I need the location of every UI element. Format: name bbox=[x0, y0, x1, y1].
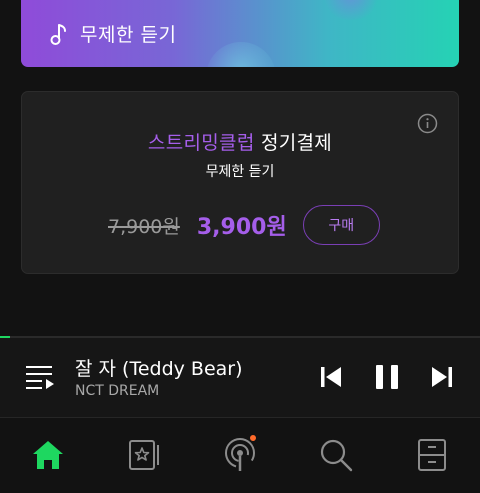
library-icon bbox=[129, 440, 159, 470]
nav-library[interactable] bbox=[126, 437, 162, 473]
playlist-icon[interactable] bbox=[25, 364, 55, 390]
buy-button[interactable]: 구매 bbox=[302, 205, 380, 245]
original-price: 7,900원 bbox=[108, 215, 180, 238]
nav-podcast[interactable] bbox=[222, 435, 258, 473]
card-title: 스트리밍클럽 정기결제 bbox=[22, 128, 458, 155]
track-artist[interactable]: NCT DREAM bbox=[75, 383, 159, 399]
price-row: 7,900원 3,900원 구매 bbox=[108, 205, 380, 245]
sale-price: 3,900원 bbox=[196, 215, 287, 240]
card-title-accent: 스트리밍클럽 bbox=[147, 132, 255, 154]
notification-badge bbox=[250, 435, 256, 441]
unlimited-listening-banner[interactable]: 무제한 듣기 bbox=[21, 0, 459, 67]
bottom-navigation bbox=[0, 419, 480, 493]
pause-icon[interactable] bbox=[374, 365, 400, 389]
nav-search[interactable] bbox=[318, 437, 354, 473]
skip-previous-icon[interactable] bbox=[320, 365, 342, 389]
nav-storage[interactable] bbox=[414, 437, 450, 473]
banner-decoration bbox=[321, 0, 381, 20]
skip-next-icon[interactable] bbox=[431, 365, 453, 389]
card-subtitle: 무제한 듣기 bbox=[205, 164, 275, 180]
banner-label: 무제한 듣기 bbox=[80, 24, 177, 46]
track-title[interactable]: 잘 자 (Teddy Bear) bbox=[75, 354, 243, 381]
mini-player[interactable]: 잘 자 (Teddy Bear) NCT DREAM bbox=[0, 338, 480, 418]
podcast-icon bbox=[225, 438, 255, 471]
nav-home[interactable] bbox=[30, 437, 66, 473]
subscription-card: 스트리밍클럽 정기결제 무제한 듣기 7,900원 3,900원 구매 bbox=[21, 91, 459, 274]
app-screen: 무제한 듣기 스트리밍클럽 정기결제 무제한 듣기 7,900원 3,900원 … bbox=[0, 0, 480, 493]
music-note-icon bbox=[50, 23, 66, 45]
search-icon bbox=[320, 439, 353, 472]
storage-icon bbox=[418, 439, 446, 471]
card-title-rest: 정기결제 bbox=[254, 132, 333, 154]
home-icon bbox=[33, 441, 63, 469]
banner-decoration bbox=[206, 42, 276, 67]
